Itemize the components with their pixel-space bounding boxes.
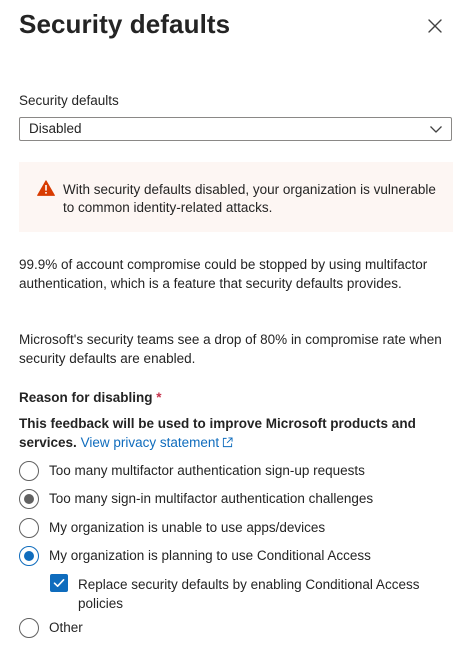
close-button[interactable] [423,14,447,38]
close-icon [428,19,442,33]
privacy-link-text: View privacy statement [80,435,220,450]
reason-heading: Reason for disabling * [19,390,162,405]
reason-heading-text: Reason for disabling [19,390,153,405]
mfa-info-text: 99.9% of account compromise could be sto… [19,257,428,291]
radio-button[interactable] [19,461,39,481]
radio-button[interactable] [19,618,39,638]
required-indicator: * [156,390,162,405]
replace-defaults-checkbox[interactable] [50,574,68,592]
feedback-notice: This feedback will be used to improve Mi… [19,414,449,452]
security-defaults-label: Security defaults [19,93,119,108]
replace-defaults-checkbox-row[interactable]: Replace security defaults by enabling Co… [50,574,450,614]
security-defaults-dropdown[interactable]: Disabled [19,117,452,141]
radio-label: Too many multifactor authentication sign… [49,463,365,478]
dropdown-selected-value: Disabled [29,121,82,136]
radio-button[interactable] [19,489,39,509]
checkmark-icon [53,579,65,587]
compromise-info-text: Microsoft's security teams see a drop of… [19,332,442,366]
radio-button[interactable] [19,518,39,538]
radio-label: My organization is planning to use Condi… [49,548,371,563]
radio-label: Too many sign-in multifactor authenticat… [49,491,374,506]
external-link-icon [223,437,233,448]
checkbox-label: Replace security defaults by enabling Co… [78,577,420,611]
panel-title: Security defaults [19,9,231,39]
chevron-down-icon [430,126,442,133]
warning-banner: With security defaults disabled, your or… [19,162,453,232]
radio-button-selected[interactable] [19,546,39,566]
radio-hover-dot [24,494,34,504]
privacy-statement-link[interactable]: View privacy statement [81,435,234,450]
warning-text: With security defaults disabled, your or… [63,182,436,215]
radio-label: Other [49,620,83,635]
radio-label: My organization is unable to use apps/de… [49,520,326,535]
warning-icon [37,180,55,196]
radio-selected-dot [24,551,34,561]
